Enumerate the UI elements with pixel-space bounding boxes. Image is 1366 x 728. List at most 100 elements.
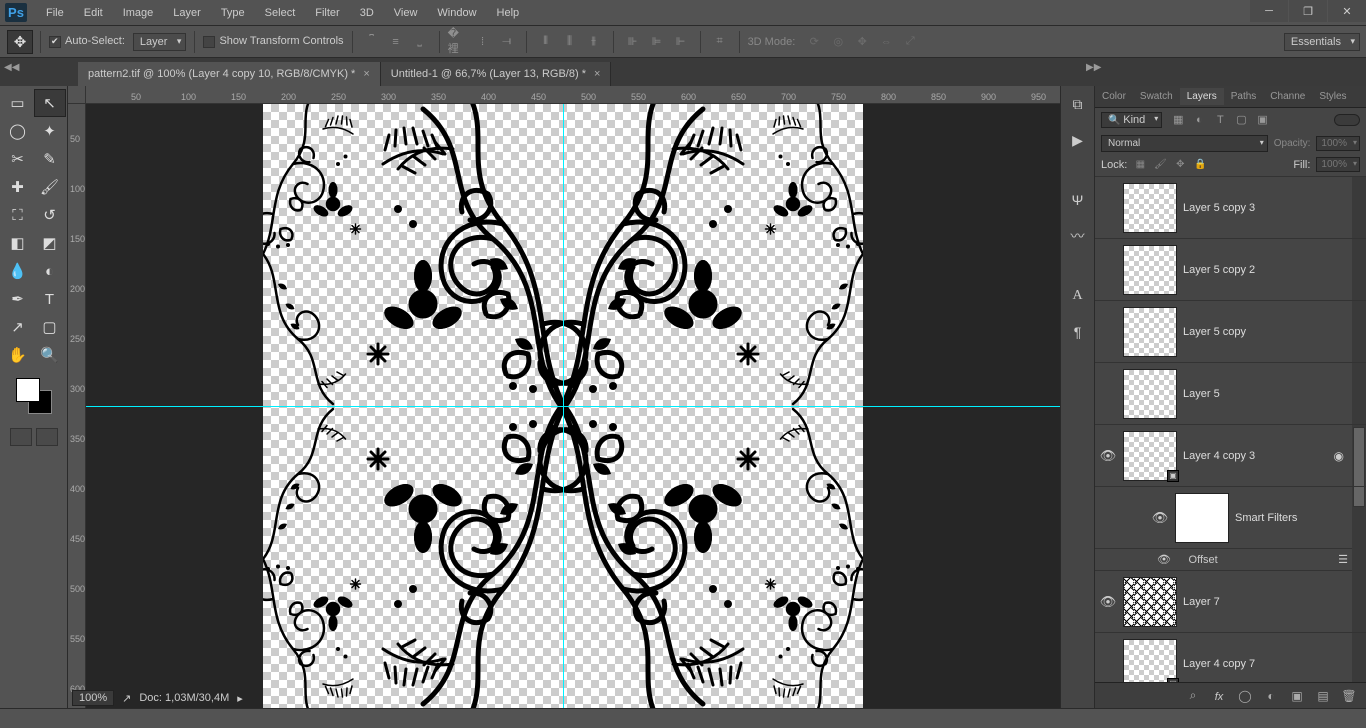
align-hcenter-icon[interactable]: ⁞	[472, 31, 494, 53]
menu-image[interactable]: Image	[113, 3, 164, 23]
lock-pixels-icon[interactable]: 🖌	[1153, 158, 1167, 172]
export-icon[interactable]: ↗	[122, 692, 131, 705]
pan-icon[interactable]: ✥	[851, 31, 873, 53]
eraser-tool-icon[interactable]: ◧	[3, 230, 33, 256]
ruler-origin[interactable]	[68, 86, 86, 104]
layer-name-label[interactable]: Layer 5	[1183, 388, 1220, 400]
layer-name-label[interactable]: Layer 4 copy 3	[1183, 450, 1255, 462]
roll-icon[interactable]: ◎	[827, 31, 849, 53]
layer-filter-kind-dropdown[interactable]: 🔍 Kind	[1101, 112, 1162, 128]
smart-filters-row[interactable]: 👁Smart Filters	[1095, 487, 1366, 549]
layer-row[interactable]: ▣Layer 4 copy 7	[1095, 633, 1366, 682]
visibility-toggle-icon[interactable]: 👁	[1157, 553, 1171, 566]
path-tool-icon[interactable]: ↗	[3, 314, 33, 340]
filter-mask-thumbnail[interactable]	[1175, 493, 1229, 543]
clone-panel-icon[interactable]: 〰	[1066, 224, 1090, 248]
visibility-toggle-icon[interactable]: 👁	[1151, 510, 1169, 526]
slide-icon[interactable]: ⇔	[875, 31, 897, 53]
dist-top-icon[interactable]: ⫴	[535, 31, 557, 53]
dist-bottom-icon[interactable]: ⫵	[583, 31, 605, 53]
menu-view[interactable]: View	[384, 3, 428, 23]
layer-filter-toggle[interactable]	[1334, 114, 1360, 126]
align-top-icon[interactable]: ⎴	[361, 31, 383, 53]
layer-thumbnail[interactable]	[1123, 183, 1177, 233]
collapse-right-icon[interactable]: ▶▶	[1086, 62, 1101, 73]
layer-thumbnail[interactable]	[1123, 245, 1177, 295]
panel-tab-styles[interactable]: Styles	[1312, 88, 1353, 105]
show-transform-checkbox[interactable]: Show Transform Controls	[203, 35, 343, 47]
char-panel-icon[interactable]: A	[1066, 284, 1090, 308]
link-layers-icon[interactable]: ⌕	[1184, 688, 1202, 703]
dodge-tool-icon[interactable]: ◐	[35, 258, 65, 284]
panel-tab-paths[interactable]: Paths	[1224, 88, 1264, 105]
tab-close-icon[interactable]: ×	[363, 68, 369, 80]
crop-tool-icon[interactable]: ✂	[3, 146, 33, 172]
workspace-dropdown[interactable]: Essentials	[1284, 33, 1360, 51]
filter-smart-icon[interactable]: ▣	[1255, 113, 1271, 127]
group-icon[interactable]: ▣	[1288, 689, 1306, 703]
menu-edit[interactable]: Edit	[74, 3, 113, 23]
quickmask-icon[interactable]	[10, 428, 32, 446]
layers-list[interactable]: Layer 5 copy 3Layer 5 copy 2Layer 5 copy…	[1095, 177, 1366, 682]
layer-thumbnail[interactable]	[1123, 577, 1177, 627]
dist-hcenter-icon[interactable]: ⊫	[646, 31, 668, 53]
panel-tab-swatch[interactable]: Swatch	[1133, 88, 1180, 105]
lock-all-icon[interactable]: 🔒	[1193, 158, 1207, 172]
ruler-horizontal[interactable]: 5010015020025030035040045050055060065070…	[86, 86, 1060, 104]
layer-name-label[interactable]: Layer 7	[1183, 596, 1220, 608]
dist-vcenter-icon[interactable]: ⫼	[559, 31, 581, 53]
ruler-vertical[interactable]: 50100150200250300350400450500550600	[68, 104, 86, 708]
layer-name-label[interactable]: Layer 5 copy 2	[1183, 264, 1255, 276]
shape-tool-icon[interactable]: ▢	[35, 314, 65, 340]
menu-type[interactable]: Type	[211, 3, 255, 23]
layer-row[interactable]: Layer 5	[1095, 363, 1366, 425]
active-tool-icon[interactable]: ✥	[8, 31, 32, 53]
filter-pixel-icon[interactable]: ▦	[1170, 113, 1186, 127]
mask-icon[interactable]: ◯	[1236, 689, 1254, 703]
layer-name-label[interactable]: Layer 5 copy	[1183, 326, 1246, 338]
screenmode-icon[interactable]	[36, 428, 58, 446]
gradient-tool-icon[interactable]: ◩	[35, 230, 65, 256]
align-right-icon[interactable]: ⟞	[496, 31, 518, 53]
tab-close-icon[interactable]: ×	[594, 68, 600, 80]
menu-filter[interactable]: Filter	[305, 3, 349, 23]
panel-tab-color[interactable]: Color	[1095, 88, 1133, 105]
color-swatches[interactable]	[16, 378, 52, 414]
visibility-toggle-icon[interactable]: 👁	[1099, 448, 1117, 464]
canvas-area[interactable]: 5010015020025030035040045050055060065070…	[68, 86, 1060, 708]
hand-tool-icon[interactable]: ✋	[3, 342, 33, 368]
actions-panel-icon[interactable]: ▶	[1066, 128, 1090, 152]
layer-row[interactable]: Layer 5 copy	[1095, 301, 1366, 363]
menu-select[interactable]: Select	[255, 3, 306, 23]
filter-shape-icon[interactable]: ▢	[1233, 113, 1249, 127]
close-button[interactable]: ✕	[1328, 0, 1366, 22]
history-brush-icon[interactable]: ↺	[35, 202, 65, 228]
history-panel-icon[interactable]: ⧉	[1066, 92, 1090, 116]
layer-thumbnail[interactable]	[1123, 307, 1177, 357]
auto-select-target-dropdown[interactable]: Layer	[133, 33, 187, 51]
filter-adjust-icon[interactable]: ◐	[1191, 113, 1207, 127]
wand-tool-icon[interactable]: ✦	[35, 118, 65, 144]
layer-row[interactable]: 👁 Layer 7	[1095, 571, 1366, 633]
visibility-toggle-icon[interactable]: 👁	[1099, 594, 1117, 610]
eyedropper-tool-icon[interactable]: ✎	[35, 146, 65, 172]
align-left-icon[interactable]: �裡	[448, 31, 470, 53]
zoom-level[interactable]: 100%	[72, 690, 114, 706]
stamp-tool-icon[interactable]: ⛶	[3, 202, 33, 228]
guide-vertical[interactable]	[563, 104, 564, 708]
menu-file[interactable]: File	[36, 3, 74, 23]
menu-help[interactable]: Help	[487, 3, 530, 23]
heal-tool-icon[interactable]: ✚	[3, 174, 33, 200]
fg-color-swatch[interactable]	[16, 378, 40, 402]
opacity-field[interactable]: 100%	[1316, 136, 1360, 151]
panel-tab-layers[interactable]: Layers	[1180, 88, 1224, 105]
auto-align-icon[interactable]: ⌗	[709, 31, 731, 53]
move-tool-icon[interactable]: ↖	[35, 90, 65, 116]
maximize-button[interactable]: ❐	[1289, 0, 1327, 22]
layer-row[interactable]: 👁▣Layer 4 copy 3◉	[1095, 425, 1366, 487]
layer-name-label[interactable]: Layer 4 copy 7	[1183, 658, 1255, 670]
menu-window[interactable]: Window	[427, 3, 486, 23]
orbit-icon[interactable]: ⟳	[803, 31, 825, 53]
layer-thumbnail[interactable]	[1123, 369, 1177, 419]
layer-row[interactable]: Layer 5 copy 2	[1095, 239, 1366, 301]
